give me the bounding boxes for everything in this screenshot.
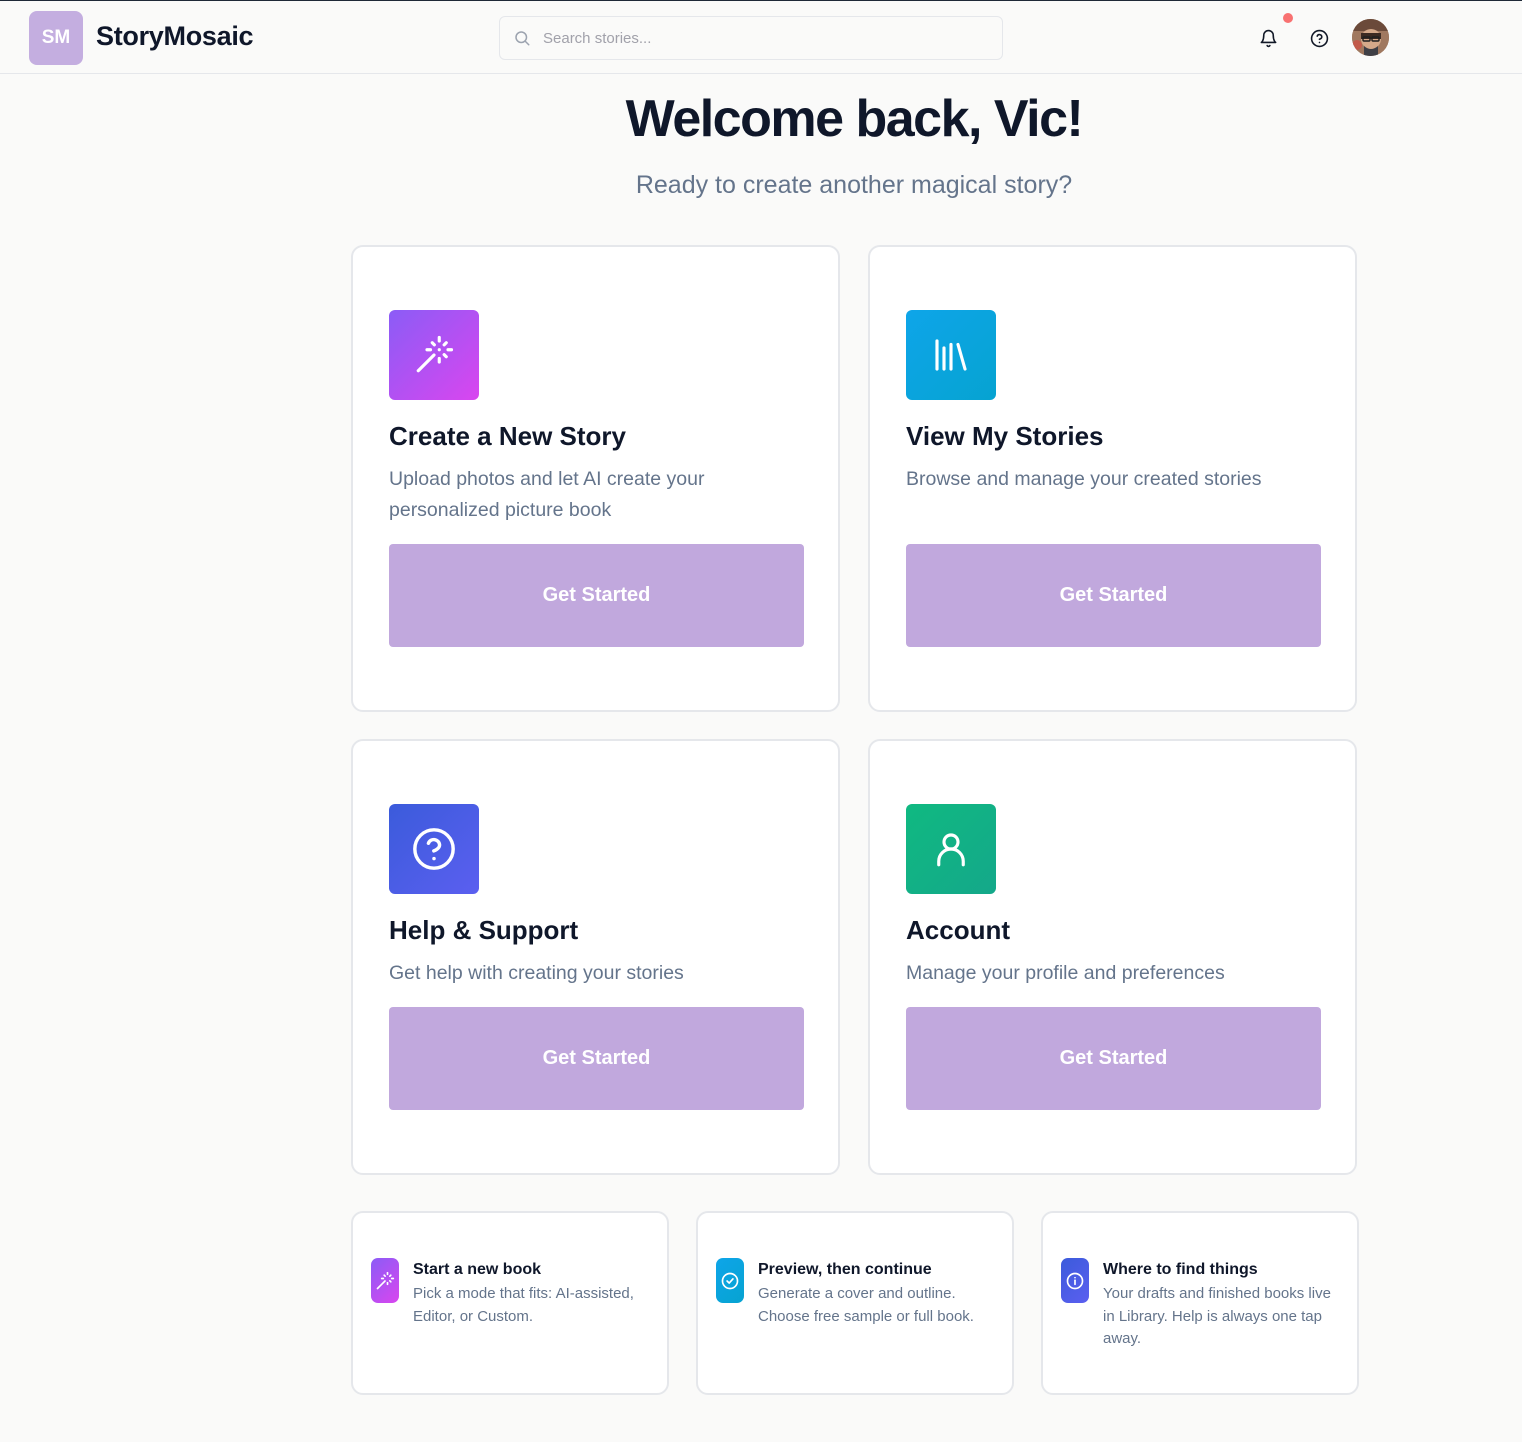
tip-icon-box	[716, 1258, 744, 1303]
create-story-title: Create a New Story	[389, 421, 626, 451]
account-description: Manage your profile and preferences	[906, 962, 1225, 984]
user-icon	[937, 833, 965, 867]
magic-wand-icon	[416, 335, 454, 373]
card-view-stories[interactable]: View My Stories Browse and manage your c…	[868, 245, 1357, 712]
card-account[interactable]: Account Manage your profile and preferen…	[868, 739, 1357, 1175]
avatar-photo-icon	[1352, 19, 1389, 56]
help-support-title: Help & Support	[389, 915, 579, 945]
tip-title: Start a new book	[413, 1261, 542, 1278]
create-story-description: Upload photos and let AI create your per…	[389, 468, 705, 521]
logo-badge[interactable]: SM	[29, 11, 83, 65]
account-get-started-button[interactable]: Get Started	[906, 1007, 1321, 1110]
tip-title: Where to find things	[1103, 1261, 1258, 1278]
search-icon	[515, 31, 530, 46]
help-button[interactable]	[1308, 27, 1330, 49]
tip-text: Generate a cover and outline. Choose fre…	[758, 1285, 974, 1325]
tip-card-preview: Preview, then continue Generate a cover …	[696, 1211, 1014, 1395]
tip-icon-box	[1061, 1258, 1089, 1303]
card-create-story[interactable]: Create a New Story Upload photos and let…	[351, 245, 840, 712]
brand-name[interactable]: StoryMosaic	[96, 21, 254, 52]
view-stories-title: View My Stories	[906, 421, 1104, 451]
create-story-icon-box	[389, 310, 479, 400]
help-circle-icon	[1310, 29, 1328, 47]
view-stories-get-started-button[interactable]: Get Started	[906, 544, 1321, 647]
help-support-icon-box	[389, 804, 479, 894]
notification-dot	[1283, 13, 1293, 23]
welcome-heading: Welcome back, Vic!	[625, 90, 1084, 148]
account-title: Account	[906, 915, 1010, 945]
tip-title: Preview, then continue	[758, 1261, 932, 1278]
tip-icon-box	[371, 1258, 399, 1303]
account-icon-box	[906, 804, 996, 894]
bell-icon	[1260, 29, 1276, 47]
card-help-support[interactable]: Help & Support Get help with creating yo…	[351, 739, 840, 1175]
help-circle-icon	[413, 828, 455, 870]
tip-text: Pick a mode that fits: AI-assisted, Edit…	[413, 1285, 634, 1325]
search-input[interactable]	[543, 29, 963, 47]
search-box[interactable]	[499, 16, 1003, 60]
tip-card-new-book: Start a new book Pick a mode that fits: …	[351, 1211, 669, 1395]
check-circle-icon	[721, 1272, 739, 1289]
create-story-get-started-button[interactable]: Get Started	[389, 544, 804, 647]
tip-text: Your drafts and finished books live in L…	[1103, 1285, 1331, 1347]
info-icon	[1066, 1272, 1084, 1289]
help-support-get-started-button[interactable]: Get Started	[389, 1007, 804, 1110]
user-avatar[interactable]	[1352, 19, 1389, 56]
tip-card-find-things: Where to find things Your drafts and fin…	[1041, 1211, 1359, 1395]
help-support-description: Get help with creating your stories	[389, 962, 684, 984]
library-icon	[935, 339, 967, 371]
welcome-subtitle: Ready to create another magical story?	[635, 171, 1073, 199]
view-stories-icon-box	[906, 310, 996, 400]
notifications-button[interactable]	[1257, 27, 1279, 49]
magic-wand-icon	[376, 1271, 395, 1289]
top-bar: SM StoryMosaic	[0, 1, 1522, 74]
view-stories-description: Browse and manage your created stories	[906, 468, 1262, 490]
